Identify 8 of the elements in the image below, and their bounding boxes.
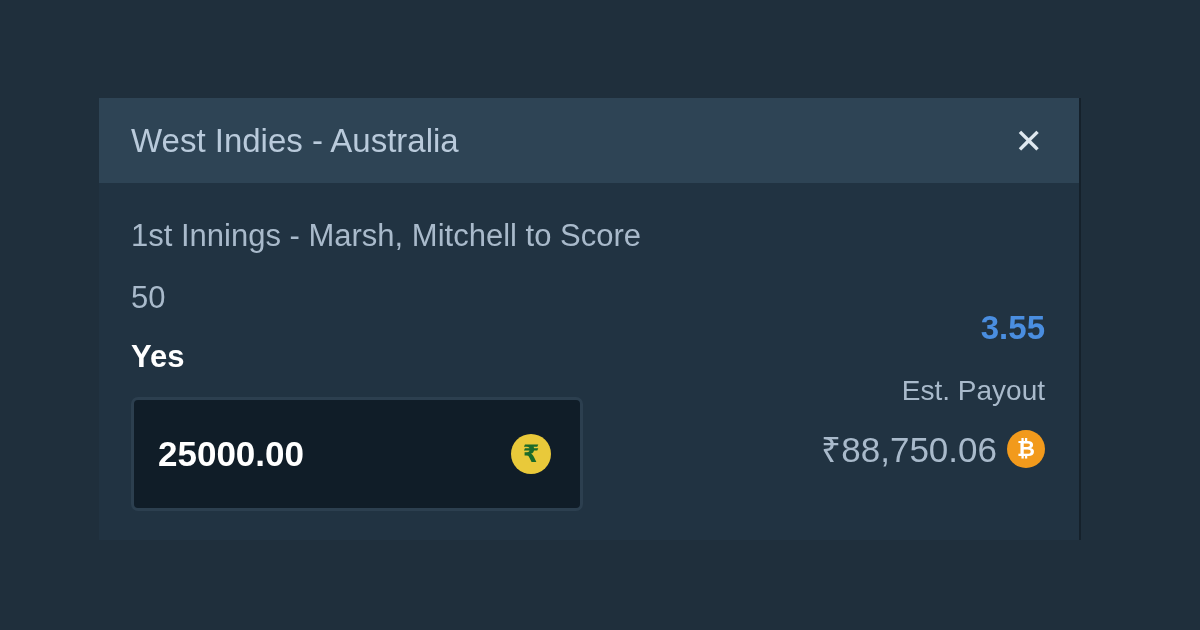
odds-value: 3.55 [980, 309, 1045, 347]
bitcoin-coin-icon: ₿ [1007, 429, 1045, 468]
window-title: West Indies - Australia [131, 121, 459, 160]
payout-amount: ₹88,750.06 [821, 429, 997, 471]
close-button[interactable]: ✕ [1014, 123, 1043, 158]
market-description: 1st Innings - Marsh, Mitchell to Score 50 [131, 217, 642, 317]
payout-label: Est. Payout [901, 375, 1045, 407]
selection-label: Yes [131, 339, 186, 375]
